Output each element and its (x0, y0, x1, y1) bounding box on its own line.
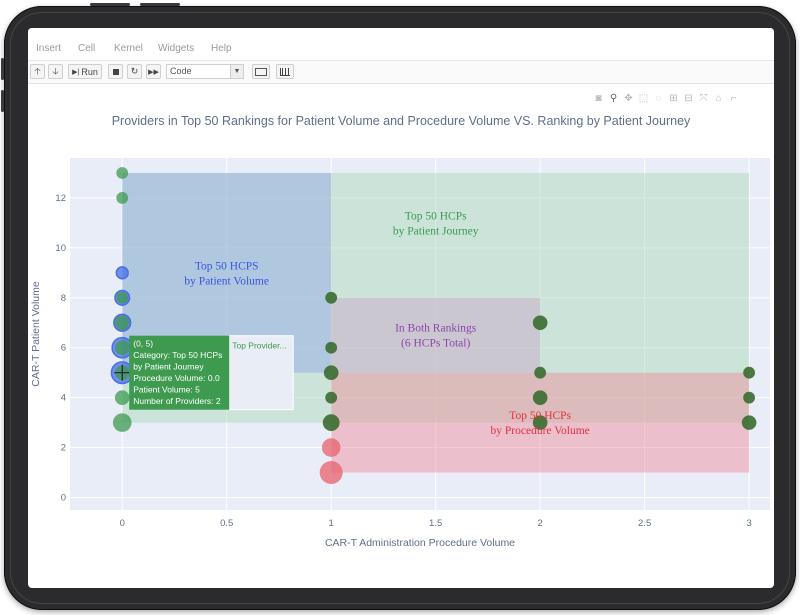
x-tick-label: 2.5 (638, 518, 651, 529)
notebook-screen: Insert Cell Kernel Widgets Help 🡡 🡣 ▶| Ru… (28, 28, 774, 588)
patient-journey-point (114, 315, 130, 331)
hover-tooltip-line: Procedure Volume: 0.0 (133, 373, 220, 383)
procedure-volume-point (321, 438, 341, 457)
secondary-hover-text: Top Provider... (232, 341, 286, 351)
region-label: by Patient Journey (393, 225, 479, 237)
patient-journey-point (116, 167, 129, 179)
tablet-side-button (1, 58, 4, 80)
y-tick-label: 12 (55, 193, 66, 204)
x-tick-label: 3 (746, 518, 751, 529)
y-tick-label: 6 (61, 343, 66, 354)
x-tick-label: 1.5 (429, 518, 442, 529)
region-label: by Procedure Volume (491, 425, 590, 437)
tablet-top-button (90, 3, 130, 6)
hover-tooltip-line: Patient Volume: 5 (133, 385, 200, 395)
scatter-chart[interactable]: 0 0.5 1 1.5 2 2.5 3 0 2 4 6 8 10 12 CAR-T Administrati… (28, 28, 774, 588)
patient-journey-point (323, 365, 339, 381)
region-label: (6 HCPs Total) (401, 338, 470, 350)
patient-journey-point (116, 192, 129, 204)
patient-journey-point (532, 390, 548, 405)
patient-journey-point (114, 390, 130, 405)
y-tick-label: 10 (55, 243, 66, 254)
region-label: Top 50 HCPS (195, 260, 259, 272)
y-tick-label: 4 (61, 393, 66, 404)
patient-journey-point (112, 413, 132, 432)
y-tick-label: 2 (61, 443, 66, 454)
hover-tooltip-line: Number of Providers: 2 (133, 396, 221, 406)
hover-tooltip-line: (0, 5) (133, 339, 153, 349)
region-label: by Patient Volume (184, 275, 269, 287)
y-tick-label: 0 (61, 493, 66, 504)
patient-journey-point (325, 291, 338, 304)
region-label: Top 50 HCPs (405, 210, 467, 222)
tablet-volume-button (1, 90, 4, 112)
y-axis-label: CAR-T Patient Volume (30, 281, 42, 387)
patient-journey-point (743, 391, 756, 404)
patient-journey-point (322, 414, 340, 432)
patient-journey-point (741, 415, 757, 430)
patient-journey-point (743, 366, 756, 379)
patient-journey-point (116, 291, 129, 304)
patient-journey-point (532, 315, 548, 331)
hover-tooltip-line: Category: Top 50 HCPs (133, 350, 222, 360)
patient-volume-point (115, 266, 129, 280)
region-label: Top 50 HCPs (509, 410, 571, 422)
hover-tooltip: (0, 5)Category: Top 50 HCPs by Patient Jo… (129, 335, 230, 410)
hover-tooltip-line: by Patient Journey (133, 362, 204, 372)
region-rect (331, 297, 541, 373)
tablet-top-button-2 (140, 3, 180, 6)
secondary-hover-label: Top Provider... (228, 335, 294, 411)
x-tick-label: 1 (329, 518, 334, 529)
x-tick-label: 0.5 (220, 518, 233, 529)
x-tick-label: 0 (120, 518, 125, 529)
patient-journey-point (325, 391, 338, 404)
x-axis-label: CAR-T Administration Procedure Volume (325, 537, 515, 549)
y-tick-label: 8 (61, 293, 66, 304)
region-label: In Both Rankings (395, 323, 477, 335)
procedure-volume-point (319, 461, 343, 485)
x-tick-label: 2 (538, 518, 543, 529)
patient-journey-point (114, 340, 130, 356)
patient-journey-point (534, 366, 547, 379)
patient-journey-point (325, 341, 338, 354)
